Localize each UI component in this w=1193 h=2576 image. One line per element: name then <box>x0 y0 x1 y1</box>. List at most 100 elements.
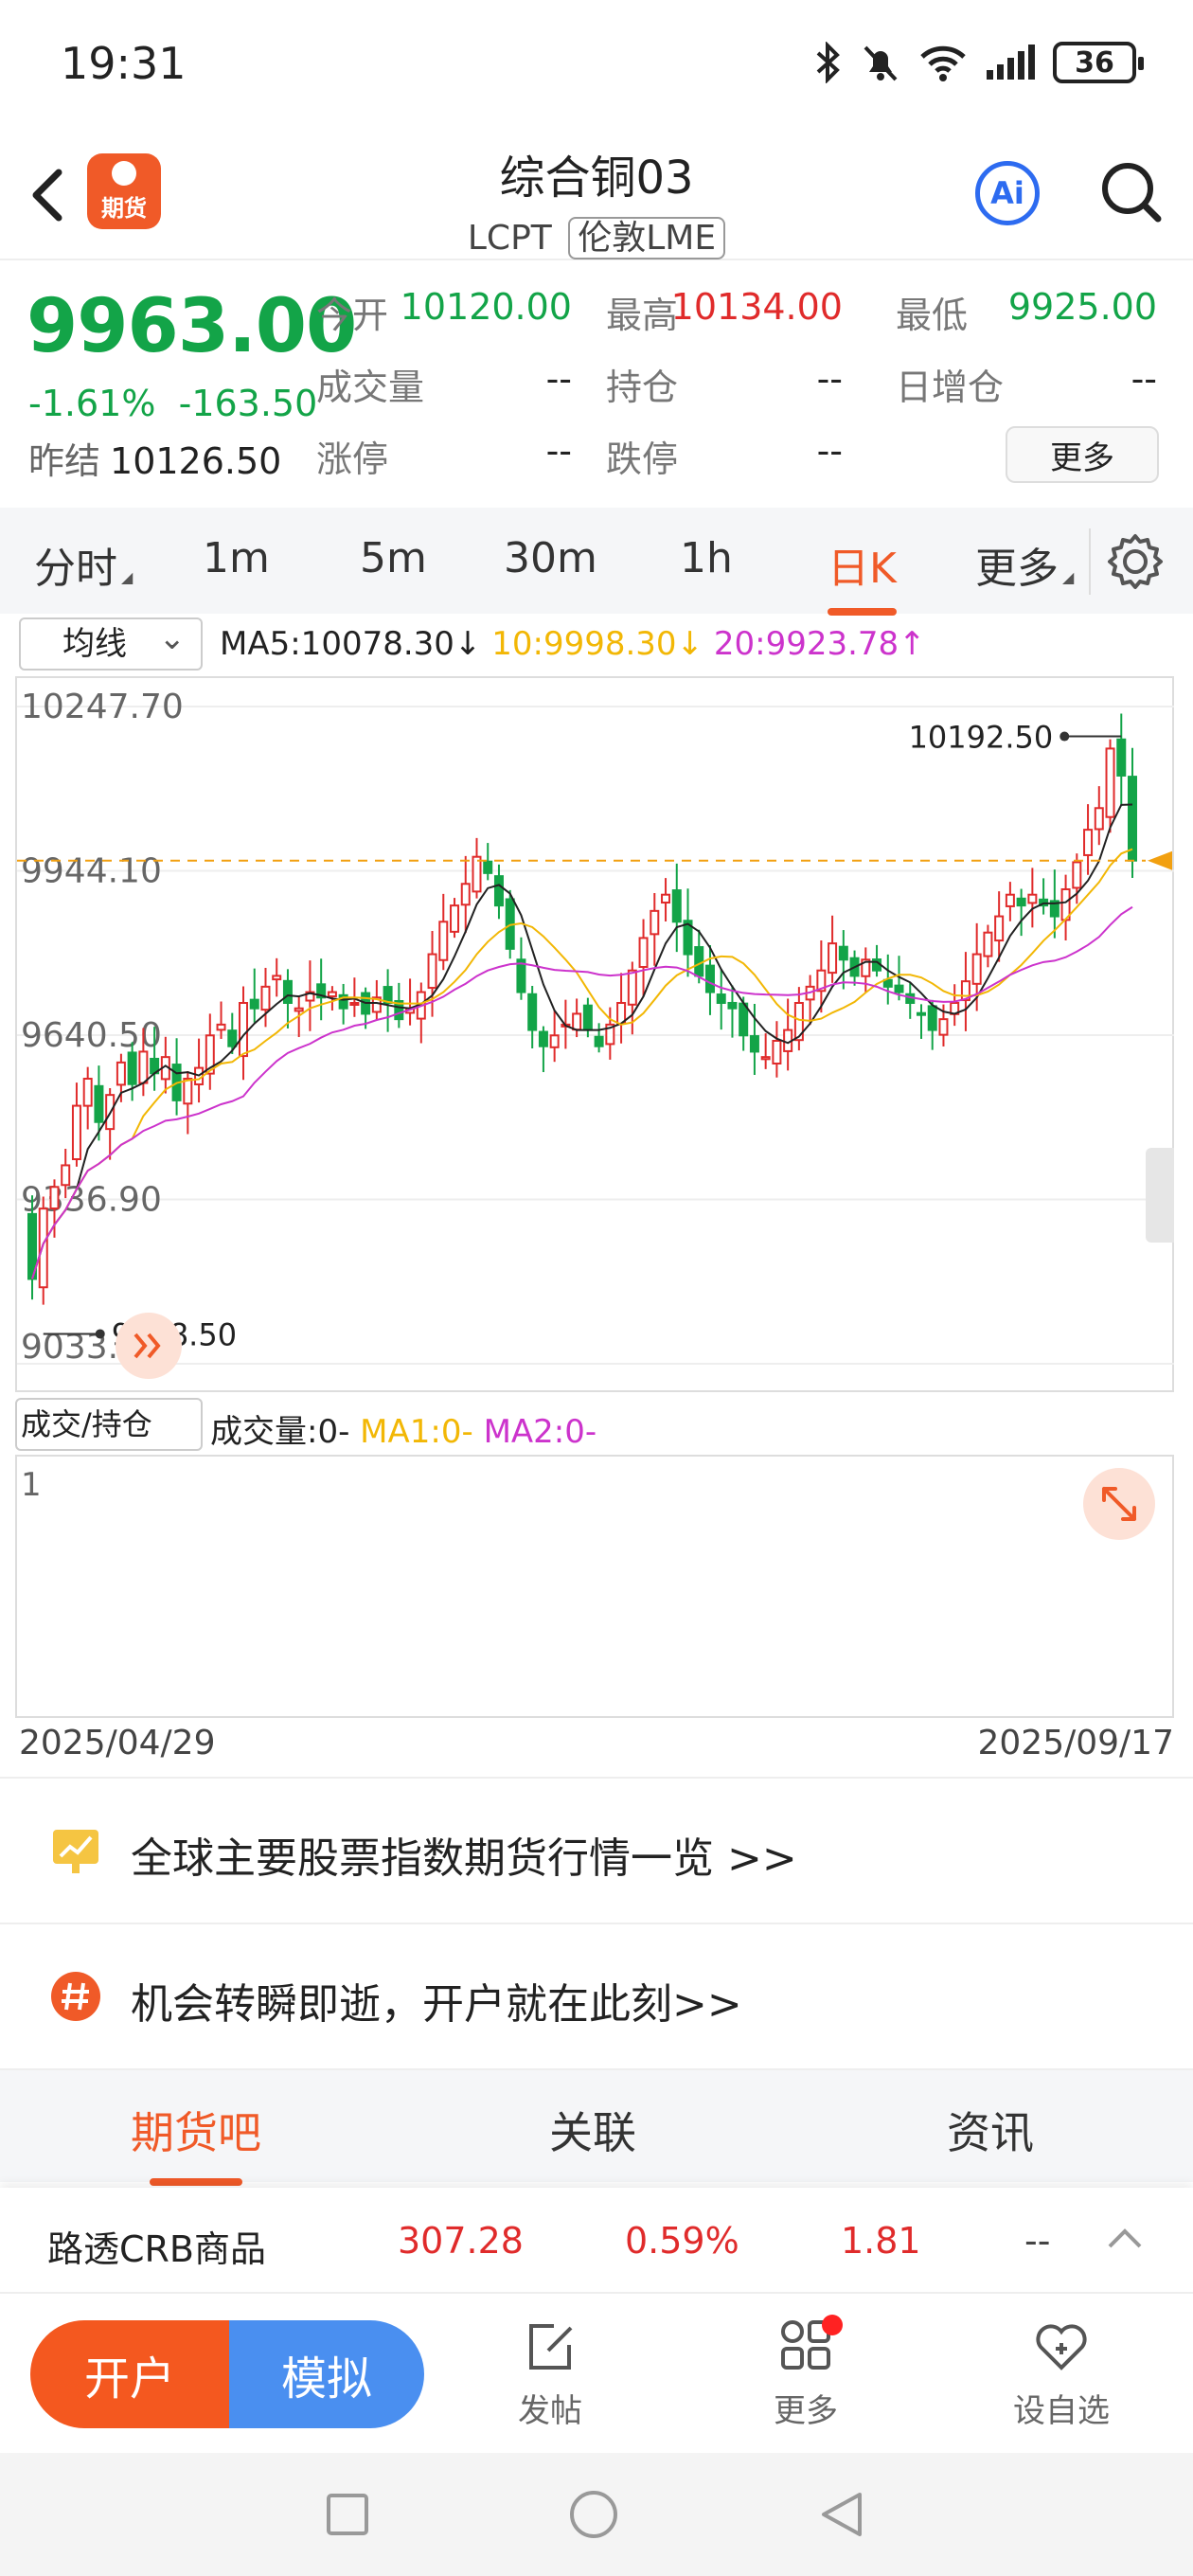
y-tick-label: 9640.50 <box>21 1016 162 1055</box>
last-price-marker <box>1148 850 1172 870</box>
candle-body <box>427 953 437 990</box>
candle-body <box>294 1007 304 1012</box>
tab-period[interactable]: 1m <box>203 534 270 582</box>
tab-period[interactable]: 日K <box>828 534 897 616</box>
candle-body <box>116 1061 126 1086</box>
candle-body <box>1116 738 1127 777</box>
expand-icon <box>1102 1487 1136 1521</box>
candle-body <box>183 1078 193 1105</box>
y-tick-label: 10247.70 <box>21 688 184 726</box>
search-button[interactable] <box>1098 159 1165 225</box>
heart-plus-icon <box>1036 2324 1087 2370</box>
add-watchlist-button[interactable]: 设自选 <box>990 2317 1132 2431</box>
index-ticker[interactable]: 路透CRB商品 307.28 0.59% 1.81 -- <box>0 2188 1193 2292</box>
active-tab-indicator <box>150 2178 242 2186</box>
ticker-price: 307.28 <box>398 2220 524 2262</box>
candle-body <box>349 1001 360 1006</box>
ma-indicator-row: 均线 MA5:10078.30↓ 10:9998.30↓ 20:9923.78↑ <box>0 614 1193 674</box>
quote-field-label: 跌停 <box>606 438 679 480</box>
status-time: 19:31 <box>61 38 187 89</box>
candle-body <box>483 860 493 874</box>
candle-body <box>828 942 838 975</box>
quote-field-value: 10134.00 <box>670 286 843 328</box>
candle-body <box>1016 897 1026 907</box>
simulate-button[interactable]: 模拟 <box>229 2320 424 2428</box>
logo-mark-icon <box>112 160 136 186</box>
ai-button[interactable]: Ai <box>975 161 1040 225</box>
post-label: 发帖 <box>518 2392 582 2430</box>
quote-field: 最低 9925.00 <box>896 286 1157 338</box>
volume-values: 成交量:0- MA1:0- MA2:0- <box>210 1405 596 1452</box>
tab-related[interactable]: 关联 <box>549 2099 636 2161</box>
tab-period[interactable]: 30m <box>504 534 597 582</box>
vol-ma2-value: MA2:0- <box>483 1413 597 1451</box>
ma10-value: 10:9998.30↓ <box>491 625 704 663</box>
header: 综合铜03 LCPT 伦敦LME 期货 Ai <box>0 133 1193 260</box>
candle-body <box>327 991 337 998</box>
tab-label: 期货吧 <box>131 2107 261 2158</box>
ticker-extra: -- <box>1024 2220 1051 2262</box>
quote-field-label: 今开 <box>316 295 389 336</box>
watchlist-label: 设自选 <box>1013 2392 1110 2430</box>
side-drawer-handle[interactable] <box>1146 1148 1174 1243</box>
candle-body <box>527 993 538 1031</box>
more-button[interactable]: 更多 <box>735 2315 877 2431</box>
candle-body <box>694 946 704 977</box>
expand-chart-button[interactable] <box>1083 1468 1155 1540</box>
candle-body <box>661 893 671 904</box>
quote-field: 成交量 -- <box>316 358 572 410</box>
banner-open-account[interactable]: 机会转瞬即逝，开户就在此刻>> <box>0 1923 1193 2066</box>
candle-body <box>82 1078 93 1107</box>
volume-axis-label: 1 <box>21 1466 42 1504</box>
notification-dot <box>822 2315 843 2335</box>
last-price: 9963.00 <box>27 284 357 369</box>
candle-body <box>716 993 726 1004</box>
chart-settings-button[interactable] <box>1089 528 1165 595</box>
chevron-up-icon[interactable] <box>1106 2224 1144 2252</box>
candle-body <box>927 1005 937 1031</box>
candle-body <box>1105 747 1115 818</box>
ma-selector[interactable]: 均线 <box>19 614 203 671</box>
tab-period[interactable]: 分时 ◢ <box>34 534 133 595</box>
tab-news[interactable]: 资讯 <box>947 2099 1034 2161</box>
candle-body <box>983 931 993 957</box>
ticker-name: 路透CRB商品 <box>47 2228 267 2270</box>
candle-body <box>994 915 1005 942</box>
open-account-button[interactable]: 开户 <box>30 2320 229 2428</box>
max-price-label: 10192.50 <box>909 720 1054 756</box>
prev-close-value: 10126.50 <box>110 440 282 482</box>
candle-body <box>882 978 893 988</box>
ma-values: MA5:10078.30↓ 10:9998.30↓ 20:9923.78↑ <box>220 625 926 663</box>
back-button[interactable] <box>23 157 80 233</box>
mute-bell-icon <box>864 45 898 81</box>
change-value: -163.50 <box>178 383 318 424</box>
tab-period[interactable]: 1h <box>680 534 733 582</box>
candle-body <box>460 883 471 906</box>
gear-icon <box>1108 534 1163 589</box>
candle-body <box>1094 807 1104 831</box>
app-logo[interactable]: 期货 <box>87 153 161 229</box>
volume-chart[interactable]: 1 <box>15 1455 1174 1718</box>
home-icon[interactable] <box>568 2489 619 2540</box>
exchange-tag: 伦敦LME <box>568 217 726 259</box>
volume-indicator-row: 成交/持仓 成交量:0- MA1:0- MA2:0- <box>0 1394 1193 1453</box>
tab-period[interactable]: 5m <box>360 534 427 582</box>
ma5-line <box>31 803 1133 1279</box>
candle-body <box>49 1186 60 1210</box>
volume-selector[interactable]: 成交/持仓 <box>15 1398 203 1451</box>
wifi-icon <box>920 45 966 81</box>
post-button[interactable]: 发帖 <box>479 2317 621 2431</box>
banner-text: 全球主要股票指数期货行情一览 >> <box>131 1834 797 1883</box>
candle-body <box>938 1018 949 1036</box>
candle-body <box>472 855 482 893</box>
back-nav-icon[interactable] <box>816 2489 867 2540</box>
candle-body <box>1083 829 1094 856</box>
kline-chart[interactable]: 10247.70 9944.10 9640.50 9336.90 9033.30 1019… <box>15 676 1174 1392</box>
tab-futures-forum[interactable]: 期货吧 <box>131 2099 261 2186</box>
quote-field-label: 成交量 <box>316 367 425 408</box>
recent-apps-icon[interactable] <box>324 2491 371 2538</box>
tab-period[interactable]: 更多 ◢ <box>975 534 1074 595</box>
collapse-button[interactable] <box>116 1313 182 1379</box>
more-quote-button[interactable]: 更多 <box>1006 426 1159 483</box>
banner-index-futures[interactable]: 全球主要股票指数期货行情一览 >> <box>0 1777 1193 1921</box>
